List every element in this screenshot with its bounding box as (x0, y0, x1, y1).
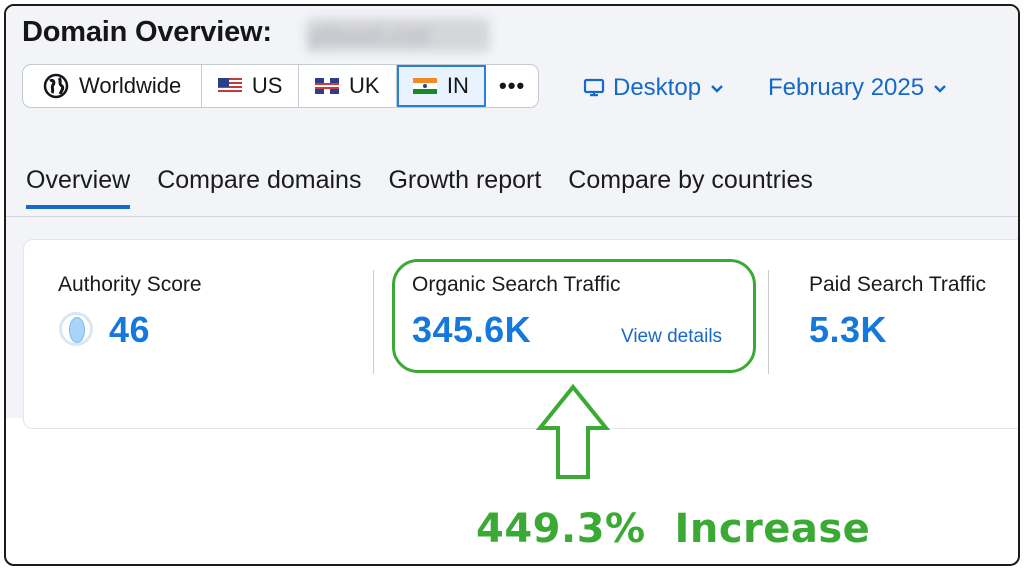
tab-overview[interactable]: Overview (26, 166, 131, 209)
more-dots-icon: ••• (499, 73, 526, 98)
date-select[interactable]: February 2025 (768, 74, 948, 102)
tabs-divider (6, 216, 1018, 217)
report-tabs: Overview Compare domains Growth report C… (26, 166, 813, 209)
globe-icon (43, 73, 69, 99)
tab-growth-report[interactable]: Growth report (388, 166, 541, 209)
paid-traffic-label: Paid Search Traffic (809, 273, 987, 296)
chevron-down-icon (934, 85, 946, 93)
more-databases-button[interactable]: ••• (486, 65, 538, 107)
database-uk-label: UK (348, 73, 380, 98)
uk-flag-icon (314, 78, 339, 94)
up-arrow-icon (536, 384, 610, 479)
paid-traffic-value[interactable]: 5.3K (809, 309, 887, 351)
database-us-button[interactable]: US (202, 65, 299, 107)
monitor-icon (583, 78, 605, 97)
increase-annotation: 449.3% Increase (476, 506, 871, 552)
us-flag-icon (217, 78, 242, 94)
metric-divider (373, 270, 374, 374)
date-label: February 2025 (768, 74, 925, 101)
tab-compare-by-countries[interactable]: Compare by countries (568, 166, 813, 209)
database-worldwide-label: Worldwide (78, 73, 182, 98)
database-in-button[interactable]: IN (396, 65, 487, 107)
metric-divider (768, 270, 769, 374)
device-select[interactable]: Desktop (583, 74, 725, 102)
screenshot-frame: Domain Overview: pbool.co/ Worldwide US … (4, 4, 1020, 566)
chevron-down-icon (711, 85, 723, 93)
india-flag-icon (412, 78, 437, 94)
domain-name-blurred: pbool.co/ (306, 18, 490, 52)
tab-compare-domains[interactable]: Compare domains (157, 166, 361, 209)
authority-score-value: 46 (109, 309, 151, 350)
database-in-label: IN (446, 73, 469, 98)
authority-score-ring-icon (59, 312, 93, 346)
database-worldwide-button[interactable]: Worldwide (23, 65, 203, 107)
database-uk-button[interactable]: UK (299, 65, 397, 107)
database-selector: Worldwide US UK IN ••• (22, 64, 539, 108)
database-us-label: US (251, 73, 283, 98)
device-label: Desktop (613, 74, 702, 101)
highlight-oval-annotation (392, 259, 756, 373)
page-title: Domain Overview: (22, 16, 272, 48)
authority-score-label: Authority Score (58, 273, 202, 296)
